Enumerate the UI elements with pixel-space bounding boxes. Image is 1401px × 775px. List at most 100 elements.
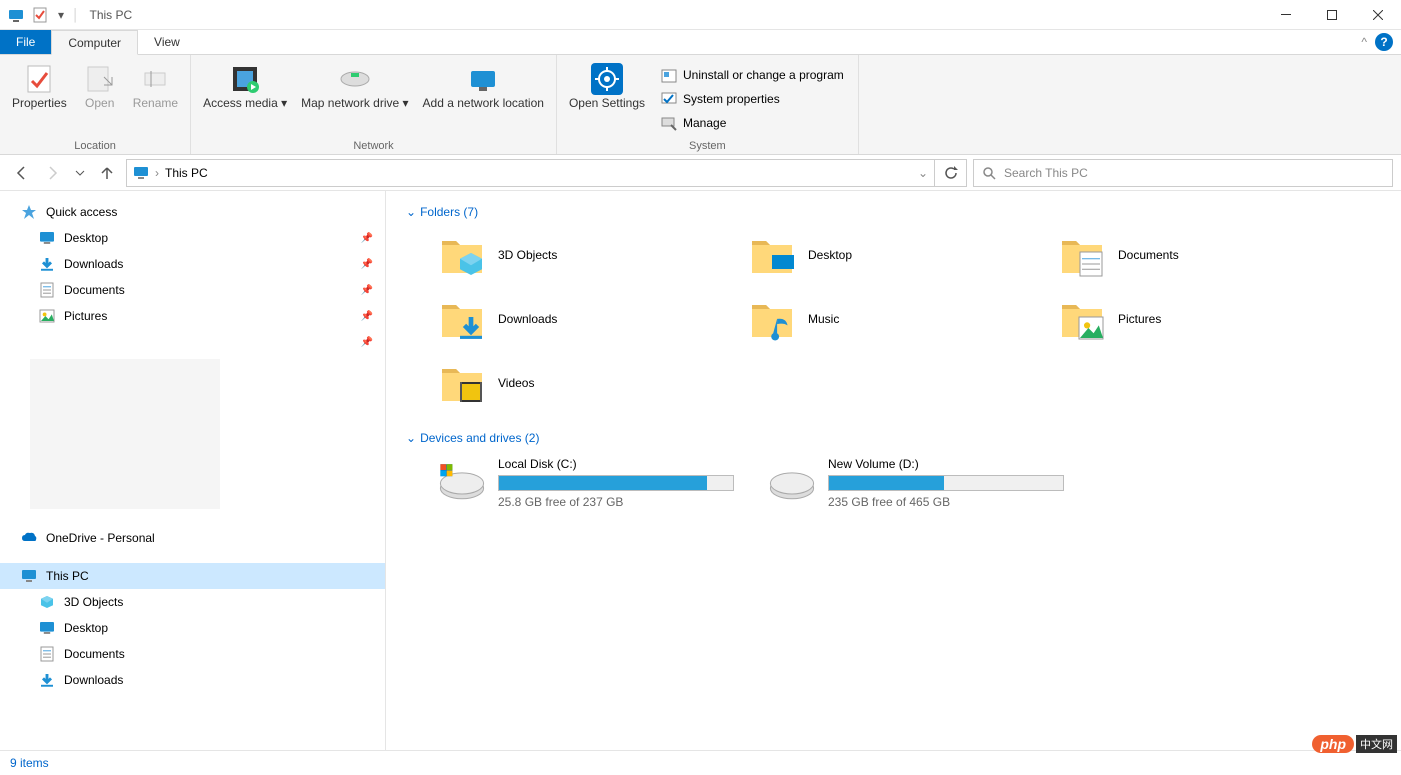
tab-view[interactable]: View (138, 30, 196, 54)
pin-icon: 📌 (361, 285, 373, 296)
status-items-count: 9 items (10, 756, 49, 770)
this-pc-icon (20, 567, 38, 585)
desktop-icon (38, 619, 56, 637)
manage-icon (661, 115, 677, 131)
app-icon (6, 5, 26, 25)
folder-videos[interactable]: Videos (434, 355, 724, 411)
content-pane[interactable]: ⌄ Folders (7) 3D Objects Desktop Documents… (386, 191, 1401, 750)
window-title: This PC (86, 8, 133, 22)
sidebar-item-pictures[interactable]: Pictures📌 (0, 303, 385, 329)
address-dropdown-icon[interactable]: ⌄ (918, 166, 928, 180)
map-network-drive-button[interactable]: Map network drive ▾ (295, 59, 414, 138)
pictures-icon (38, 307, 56, 325)
folders-grid: 3D Objects Desktop Documents Downloads Music… (406, 223, 1381, 427)
drive-usage-bar (828, 475, 1064, 491)
properties-button[interactable]: Properties (6, 59, 73, 138)
sidebar-item-3d[interactable]: 3D Objects (0, 589, 385, 615)
chevron-down-icon: ⌄ (406, 431, 416, 445)
drive-item[interactable]: Local Disk (C:) 25.8 GB free of 237 GB (434, 453, 744, 513)
drives-section-header[interactable]: ⌄ Devices and drives (2) (406, 427, 1381, 449)
open-settings-button[interactable]: Open Settings (563, 59, 651, 138)
add-network-location-button[interactable]: Add a network location (417, 59, 550, 138)
up-button[interactable] (94, 160, 120, 186)
search-input[interactable] (1004, 166, 1384, 180)
3d-icon (38, 593, 56, 611)
folder-desktop[interactable]: Desktop (744, 227, 1034, 283)
ribbon-tabs: File Computer View ^ ? (0, 30, 1401, 55)
pin-icon: 📌 (361, 233, 373, 244)
search-box[interactable] (973, 159, 1393, 187)
drive-free-text: 25.8 GB free of 237 GB (498, 495, 740, 509)
ribbon-group-network: Access media ▾ Map network drive ▾ Add a… (191, 55, 557, 154)
system-properties-button[interactable]: System properties (657, 89, 848, 109)
folder-icon (748, 231, 796, 279)
sidebar-thumbnail (30, 359, 220, 509)
status-bar: 9 items (0, 750, 1401, 775)
rename-button[interactable]: Rename (127, 59, 184, 138)
search-icon (982, 166, 996, 180)
main-area: Quick access Desktop📌Downloads📌Documents… (0, 191, 1401, 750)
address-bar-row: › This PC ⌄ (0, 155, 1401, 191)
ribbon-collapse-icon[interactable]: ^ (1361, 35, 1367, 49)
folders-section-header[interactable]: ⌄ Folders (7) (406, 201, 1381, 223)
downloads-icon (38, 671, 56, 689)
access-media-button[interactable]: Access media ▾ (197, 59, 293, 138)
back-button[interactable] (8, 160, 34, 186)
address-bar[interactable]: › This PC ⌄ (126, 159, 935, 187)
drive-item[interactable]: New Volume (D:) 235 GB free of 465 GB (764, 453, 1074, 513)
minimize-button[interactable] (1263, 0, 1309, 30)
folder-icon (438, 231, 486, 279)
qat-dropdown-icon[interactable]: ▾ (54, 5, 68, 25)
star-icon (20, 203, 38, 221)
drive-usage-bar (498, 475, 734, 491)
forward-button[interactable] (40, 160, 66, 186)
breadcrumb[interactable]: This PC (165, 166, 208, 180)
folder-3d[interactable]: 3D Objects (434, 227, 724, 283)
folder-pictures[interactable]: Pictures (1054, 291, 1344, 347)
sidebar-item-documents[interactable]: Documents (0, 641, 385, 667)
this-pc-icon (133, 165, 149, 181)
sidebar-item-desktop[interactable]: Desktop📌 (0, 225, 385, 251)
chevron-down-icon: ⌄ (406, 205, 416, 219)
tab-computer[interactable]: Computer (51, 30, 138, 55)
ribbon-group-location: Properties Open Rename Location (0, 55, 191, 154)
sidebar-item-desktop[interactable]: Desktop (0, 615, 385, 641)
manage-button[interactable]: Manage (657, 113, 848, 133)
qat-properties-icon[interactable] (30, 5, 50, 25)
recent-locations-button[interactable] (72, 160, 88, 186)
drive-icon (768, 457, 816, 505)
sidebar-item-downloads[interactable]: Downloads📌 (0, 251, 385, 277)
pin-icon: 📌 (361, 259, 373, 270)
folder-documents[interactable]: Documents (1054, 227, 1344, 283)
sidebar-blank-pin[interactable]: 📌 (0, 329, 385, 355)
system-properties-icon (661, 91, 677, 107)
uninstall-program-button[interactable]: Uninstall or change a program (657, 65, 848, 85)
desktop-icon (38, 229, 56, 247)
sidebar-quick-access[interactable]: Quick access (0, 199, 385, 225)
folder-icon (438, 359, 486, 407)
drives-grid: Local Disk (C:) 25.8 GB free of 237 GB N… (406, 449, 1381, 529)
help-icon[interactable]: ? (1375, 33, 1393, 51)
downloads-icon (38, 255, 56, 273)
documents-icon (38, 645, 56, 663)
folder-icon (438, 295, 486, 343)
sidebar-item-documents[interactable]: Documents📌 (0, 277, 385, 303)
watermark: php 中文网 (1312, 735, 1397, 753)
sidebar-this-pc[interactable]: This PC (0, 563, 385, 589)
navigation-pane[interactable]: Quick access Desktop📌Downloads📌Documents… (0, 191, 386, 750)
refresh-button[interactable] (935, 159, 967, 187)
sidebar-onedrive[interactable]: OneDrive - Personal (0, 525, 385, 551)
tab-file[interactable]: File (0, 30, 51, 54)
folder-music[interactable]: Music (744, 291, 1034, 347)
close-button[interactable] (1355, 0, 1401, 30)
open-button[interactable]: Open (75, 59, 125, 138)
quick-access-toolbar: ▾ │ (0, 5, 86, 25)
window-controls (1263, 0, 1401, 30)
uninstall-icon (661, 67, 677, 83)
title-bar: ▾ │ This PC (0, 0, 1401, 30)
drive-icon (438, 457, 486, 505)
documents-icon (38, 281, 56, 299)
maximize-button[interactable] (1309, 0, 1355, 30)
folder-downloads[interactable]: Downloads (434, 291, 724, 347)
sidebar-item-downloads[interactable]: Downloads (0, 667, 385, 693)
